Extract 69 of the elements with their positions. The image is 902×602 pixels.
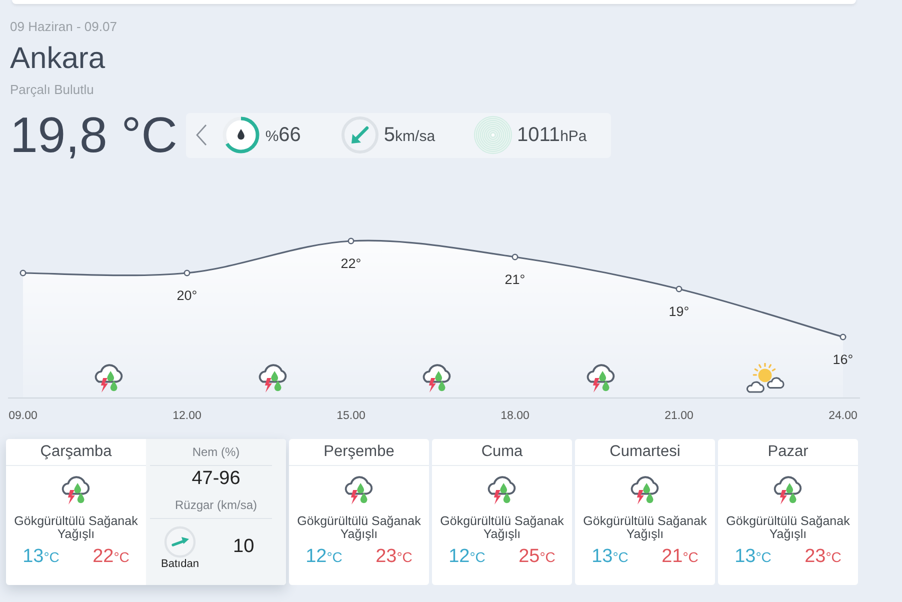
- thunderstorm-icon: [588, 365, 614, 392]
- low-temperature: 13°C: [22, 546, 60, 568]
- date-time: 09 Haziran - 09.07: [10, 19, 117, 35]
- day-card[interactable]: Perşembe Gökgürültülü Sağanak Yağışlı 12°C 23°C: [289, 439, 429, 585]
- value-label: 16°: [832, 352, 854, 367]
- value-label: 20°: [176, 288, 198, 303]
- value-label: 19°: [668, 304, 690, 319]
- thunderstorm-icon: [772, 475, 804, 505]
- condition-description: Gökgürültülü Sağanak Yağışlı: [296, 515, 422, 541]
- city-name: Ankara: [10, 42, 106, 76]
- value-label: 21°: [504, 272, 526, 287]
- high-temperature: 21°C: [662, 546, 698, 568]
- day-name: Cuma: [432, 439, 572, 466]
- low-temperature: 12°C: [306, 546, 342, 568]
- current-temperature: 19,8 °C: [10, 107, 178, 163]
- thunderstorm-icon: [60, 475, 92, 505]
- sun-cloud-icon: [747, 364, 784, 392]
- drop-icon: [238, 129, 245, 140]
- value-label: 22°: [340, 256, 362, 271]
- day-card[interactable]: Pazar Gökgürültülü Sağanak Yağışlı 13°C 23°C: [718, 439, 858, 585]
- high-temperature: 23°C: [376, 546, 412, 568]
- humidity-label: Nem (%): [192, 444, 240, 461]
- wind-direction: Batıdan: [161, 558, 199, 571]
- humidity-range: 47-96: [192, 467, 240, 491]
- data-point: [184, 270, 190, 276]
- wind-reading: 5km/sa: [384, 124, 436, 146]
- thunderstorm-icon: [629, 475, 661, 505]
- thunderstorm-icon: [260, 365, 286, 392]
- high-temperature: 23°C: [804, 546, 842, 568]
- condition-description: Gökgürültülü Sağanak Yağışlı: [582, 515, 708, 541]
- thunderstorm-icon: [343, 475, 375, 505]
- wind-label: Rüzgar (km/sa): [174, 497, 257, 514]
- day-name: Pazar: [718, 439, 858, 466]
- high-temperature: 25°C: [518, 546, 556, 568]
- low-temperature: 13°C: [592, 546, 628, 568]
- data-point: [840, 334, 846, 340]
- data-point: [676, 286, 682, 292]
- condition-description: Gökgürültülü Sağanak Yağışlı: [439, 515, 565, 541]
- condition-text: Parçalı Bulutlu: [10, 82, 94, 98]
- day-name: Cumartesi: [575, 439, 715, 466]
- pressure-reading: 1011hPa: [517, 124, 587, 146]
- pressure-icon: [473, 115, 514, 155]
- thunderstorm-icon: [486, 475, 518, 505]
- thunderstorm-icon: [424, 365, 450, 392]
- axis-tick-label: 24.00: [828, 410, 858, 422]
- wind-direction-icon: [340, 115, 380, 155]
- axis-tick-label: 21.00: [664, 410, 694, 422]
- condition-description: Gökgürültülü Sağanak Yağışlı: [13, 515, 139, 541]
- axis-tick-label: 09.00: [8, 410, 38, 422]
- condition-description: Gökgürültülü Sağanak Yağışlı: [725, 515, 851, 541]
- wind-direction-icon: [164, 526, 196, 558]
- data-point: [348, 238, 354, 244]
- thunderstorm-icon: [96, 365, 122, 392]
- day-name: Perşembe: [289, 439, 429, 466]
- low-temperature: 13°C: [734, 546, 772, 568]
- humidity-reading: %66: [265, 124, 301, 146]
- wind-speed: 10: [233, 536, 254, 558]
- axis-tick-label: 18.00: [500, 410, 530, 422]
- high-temperature: 22°C: [92, 546, 130, 568]
- day-card[interactable]: Cumartesi Gökgürültülü Sağanak Yağışlı 13°C 21°C: [575, 439, 715, 585]
- axis-tick-label: 15.00: [336, 410, 366, 422]
- day-card[interactable]: Cuma Gökgürültülü Sağanak Yağışlı 12°C 25°C: [432, 439, 572, 585]
- data-point: [512, 254, 518, 260]
- axis-tick-label: 12.00: [172, 410, 202, 422]
- day-card[interactable]: Çarşamba Gökgürültülü Sağanak Yağışlı 13°C 22°C Nem (%) 47-96 Rüzgar (km/sa) Batıdan 10: [6, 439, 286, 585]
- previous-button[interactable]: [194, 123, 208, 147]
- data-point: [20, 270, 26, 276]
- low-temperature: 12°C: [448, 546, 486, 568]
- chevron-left-icon: [196, 124, 207, 146]
